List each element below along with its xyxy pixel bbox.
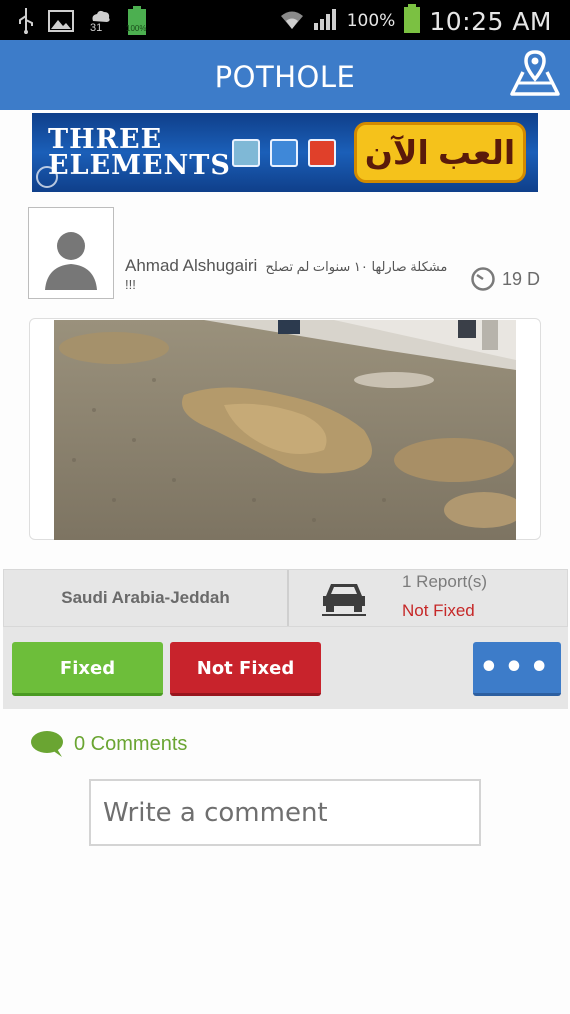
comment-icon	[31, 731, 63, 757]
usb-icon	[18, 8, 34, 39]
ad-play-button[interactable]: العب الآن	[354, 122, 526, 183]
photo-card[interactable]	[29, 318, 541, 540]
battery-percent: 100%	[346, 11, 396, 31]
ad-tiles	[232, 139, 336, 167]
image-icon	[48, 10, 74, 37]
report-info-row: Saudi Arabia-Jeddah 1 Report(s) Not Fixe…	[3, 569, 568, 627]
reports-count: 1 Report(s)	[402, 572, 488, 591]
ad-tile-icon	[232, 139, 260, 167]
post-age: 19 D	[470, 266, 540, 292]
status-bar: 31 100% 100% 10:25 AM	[0, 0, 570, 40]
wifi-icon	[279, 7, 305, 35]
battery-icon	[403, 4, 421, 38]
ad-brand-line2: ELEMENTS	[48, 150, 231, 181]
post-age-value: 19 D	[501, 268, 540, 289]
ad-brand: THREE ELEMENTS	[48, 126, 231, 181]
clock: 10:25 AM	[429, 6, 552, 36]
ad-info-icon[interactable]	[36, 166, 58, 188]
app-bar: POTHOLE	[0, 40, 570, 110]
avatar[interactable]	[28, 207, 114, 299]
page-title: POTHOLE	[214, 60, 356, 94]
comments-link[interactable]: 0 Comments	[30, 730, 187, 758]
more-options-button[interactable]: •••	[473, 642, 561, 696]
author-name: Ahmad Alshugairi	[125, 256, 258, 275]
not-fixed-button[interactable]: Not Fixed	[170, 642, 321, 696]
ad-banner[interactable]: THREE ELEMENTS العب الآن	[32, 113, 538, 192]
fixed-button[interactable]: Fixed	[12, 642, 163, 696]
comment-input[interactable]	[89, 779, 481, 846]
post-author-line: Ahmad Alshugairi مشكلة صارلها ١٠ سنوات ل…	[125, 256, 455, 293]
location-label: Saudi Arabia-Jeddah	[61, 588, 230, 607]
car-icon	[322, 578, 366, 616]
action-bar: Fixed Not Fixed •••	[3, 627, 568, 709]
user-silhouette-icon	[45, 232, 97, 290]
map-pin-icon	[510, 50, 560, 96]
cloud-icon: 31	[88, 8, 112, 39]
status-badge: Not Fixed	[402, 601, 475, 620]
weather-value: 31	[90, 22, 103, 34]
map-button[interactable]	[506, 46, 564, 104]
battery-small-value: 100%	[126, 24, 147, 33]
battery-small-icon: 100%	[126, 6, 148, 41]
signal-icon	[313, 7, 339, 35]
comments-count: 0 Comments	[74, 732, 188, 755]
info-divider	[287, 570, 289, 626]
pothole-photo[interactable]	[54, 320, 516, 540]
ad-tile-icon	[308, 139, 336, 167]
ad-tile-icon	[270, 139, 298, 167]
clock-icon	[471, 267, 495, 291]
